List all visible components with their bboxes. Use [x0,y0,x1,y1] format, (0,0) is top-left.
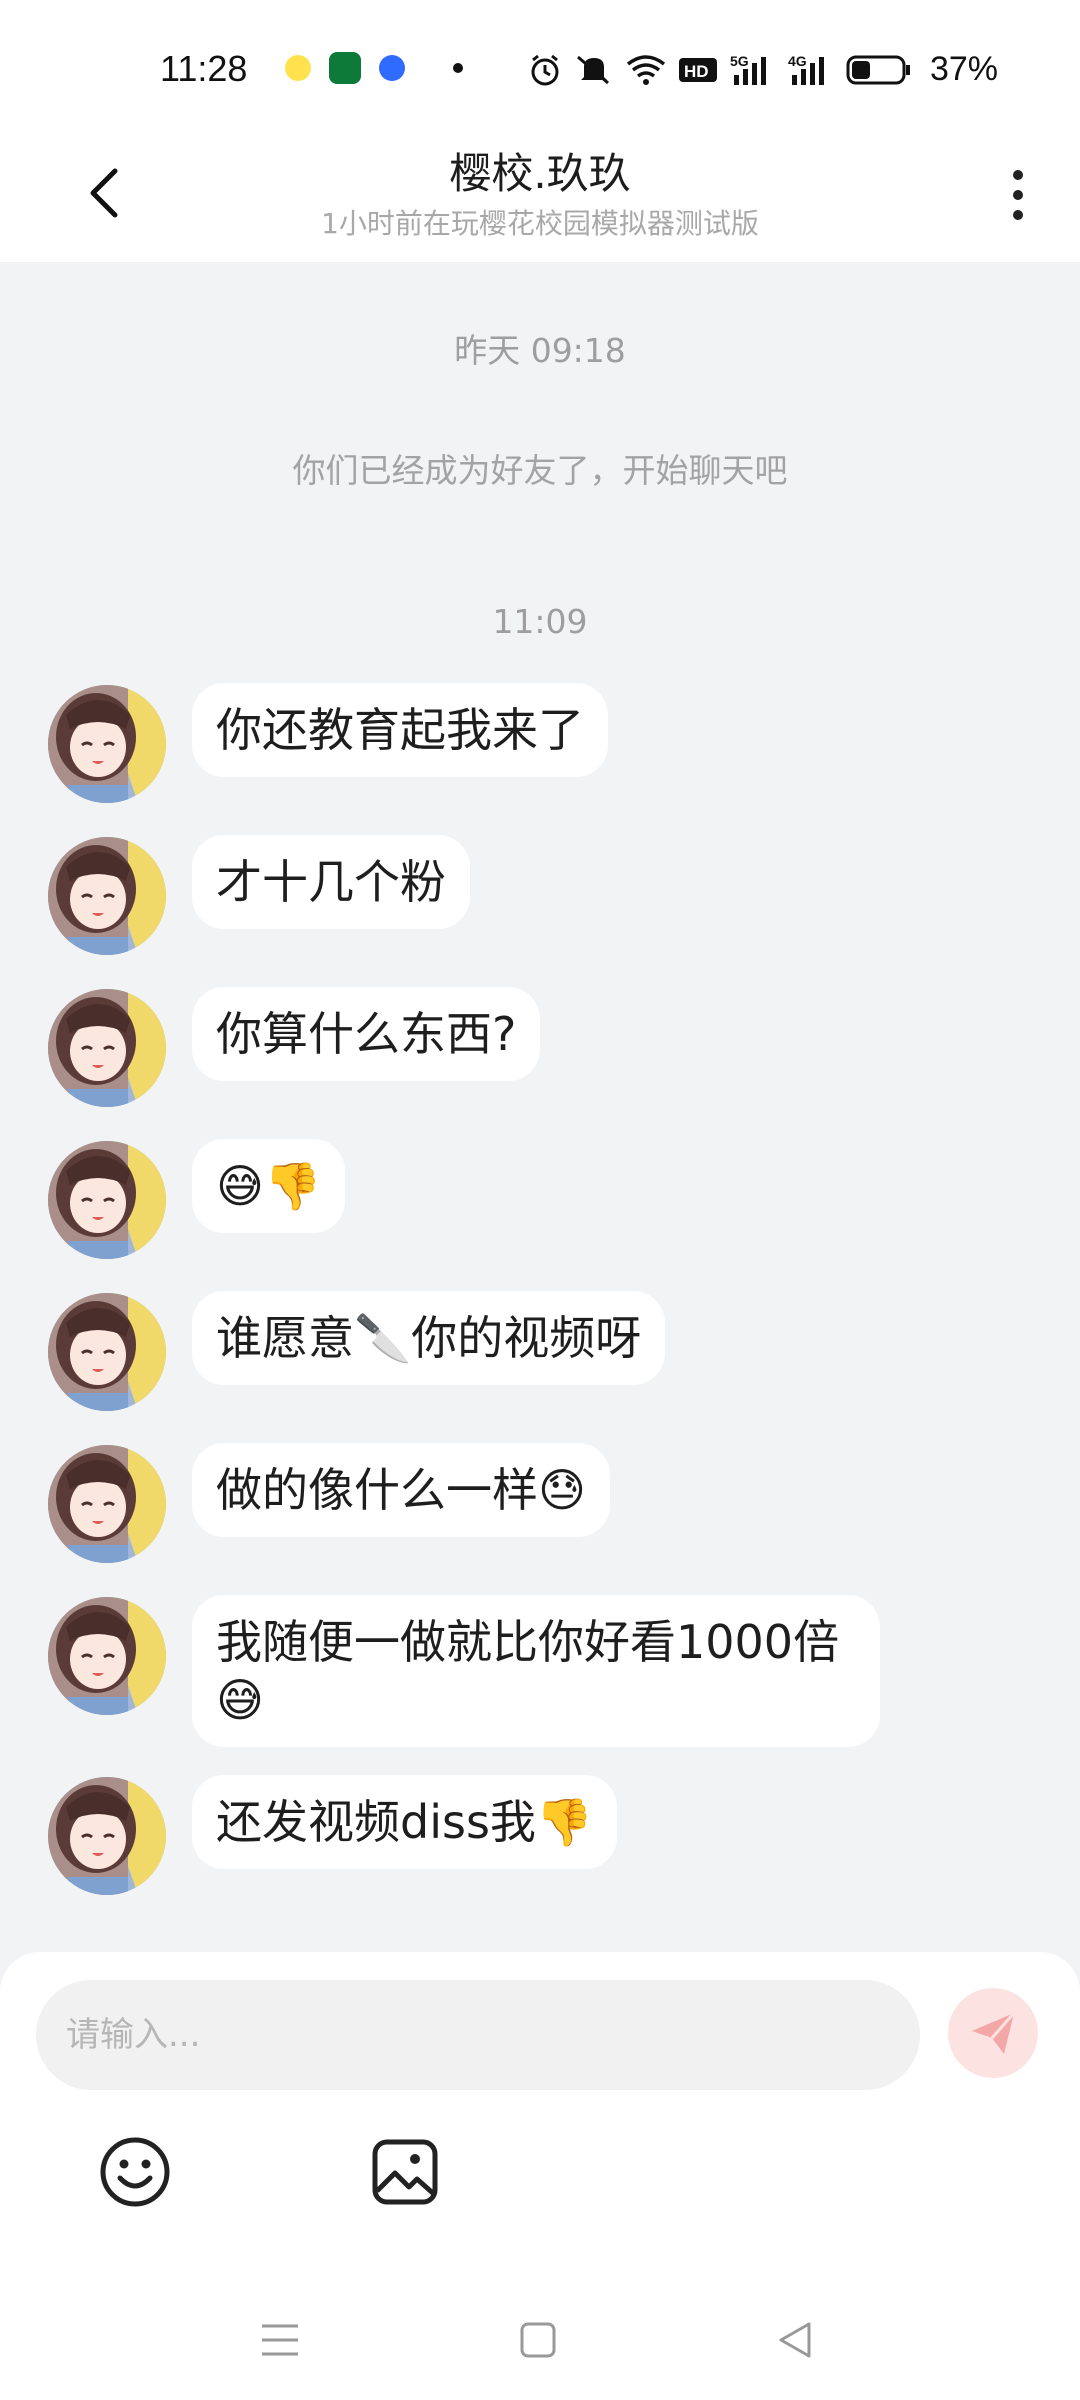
mute-icon [576,55,609,84]
image-button[interactable] [365,2132,445,2212]
avatar-icon [48,989,166,1107]
avatar[interactable] [48,1141,166,1259]
wifi-icon [626,54,666,85]
avatar-icon [48,1293,166,1411]
avatar-icon [48,1597,166,1715]
dot-icon [453,63,463,73]
message-bubble[interactable]: 做的像什么一样😓 [192,1443,610,1537]
timestamp: 昨天 09:18 [454,331,626,370]
message-row: 谁愿意🔪你的视频呀 [48,1291,666,1411]
square-icon [520,2322,556,2358]
avatar-icon [48,685,166,803]
system-navigation-bar [0,2290,1080,2380]
oppo-app-icon [329,52,361,84]
more-dot-icon [1013,170,1023,180]
more-options-button[interactable] [988,160,1048,230]
avatar-icon [48,1141,166,1259]
message-row: 你还教育起我来了 [48,683,608,803]
5g-signal-icon: 5G [730,53,766,85]
triangle-back-icon [779,2322,811,2358]
back-nav-button[interactable] [765,2310,825,2370]
status-icons: HD 5G 4G 37% [528,50,998,89]
message-bubble[interactable]: 我随便一做就比你好看1000倍😅 [192,1595,880,1747]
message-row: 你算什么东西? [48,987,541,1107]
avatar[interactable] [48,685,166,803]
more-dot-icon [1013,190,1023,200]
avatar[interactable] [48,1293,166,1411]
system-message: 你们已经成为好友了，开始聊天吧 [292,451,788,490]
send-button[interactable] [948,1988,1038,2078]
avatar[interactable] [48,989,166,1107]
avatar[interactable] [48,1777,166,1895]
message-row: 做的像什么一样😓 [48,1443,610,1563]
timestamp: 11:09 [492,602,588,641]
chat-area[interactable]: 昨天 09:18 你们已经成为好友了，开始聊天吧 11:09 你还教育起我来了才… [0,262,1080,1952]
status-time: 11:28 [160,48,248,89]
message-input[interactable] [36,1980,920,2090]
avatar[interactable] [48,1445,166,1563]
chat-header: 樱校.玖玖 1小时前在玩樱花校园模拟器测试版 [0,130,1080,262]
avatar[interactable] [48,837,166,955]
status-bar: 11:28 HD 5G 4G 37% [0,0,1080,130]
send-icon [972,2012,1016,2054]
message-bubble[interactable]: 才十几个粉 [192,835,470,929]
battery-percent: 37% [929,50,998,88]
menu-icon [262,2324,298,2356]
blue-app-icon [379,55,405,81]
svg-text:4G: 4G [788,53,807,69]
hd-icon: HD [678,57,717,82]
message-row: 😅👎 [48,1139,346,1259]
chat-title: 樱校.玖玖 [449,149,631,198]
message-bubble[interactable]: 谁愿意🔪你的视频呀 [192,1291,666,1385]
recents-button[interactable] [250,2310,310,2370]
alarm-icon [531,54,559,85]
4g-signal-icon: 4G [788,53,824,85]
message-row: 还发视频diss我👎 [48,1775,618,1895]
message-row: 我随便一做就比你好看1000倍😅 [48,1595,880,1747]
home-button[interactable] [508,2310,568,2370]
message-bubble[interactable]: 😅👎 [192,1139,346,1233]
message-row: 才十几个粉 [48,835,470,955]
message-bubble[interactable]: 还发视频diss我👎 [192,1775,618,1869]
emoji-button[interactable] [95,2132,175,2212]
notification-icons [285,52,463,84]
image-icon [372,2139,438,2205]
avatar-icon [48,837,166,955]
svg-text:5G: 5G [730,53,749,69]
notification-app-icon [285,55,311,81]
smiley-icon [100,2137,170,2207]
more-dot-icon [1013,210,1023,220]
avatar-icon [48,1777,166,1895]
message-bubble[interactable]: 你还教育起我来了 [192,683,608,777]
chat-subtitle: 1小时前在玩樱花校园模拟器测试版 [321,207,759,240]
avatar[interactable] [48,1597,166,1715]
svg-text:HD: HD [684,62,709,81]
avatar-icon [48,1445,166,1563]
message-bubble[interactable]: 你算什么东西? [192,987,541,1081]
battery-icon [846,55,910,84]
